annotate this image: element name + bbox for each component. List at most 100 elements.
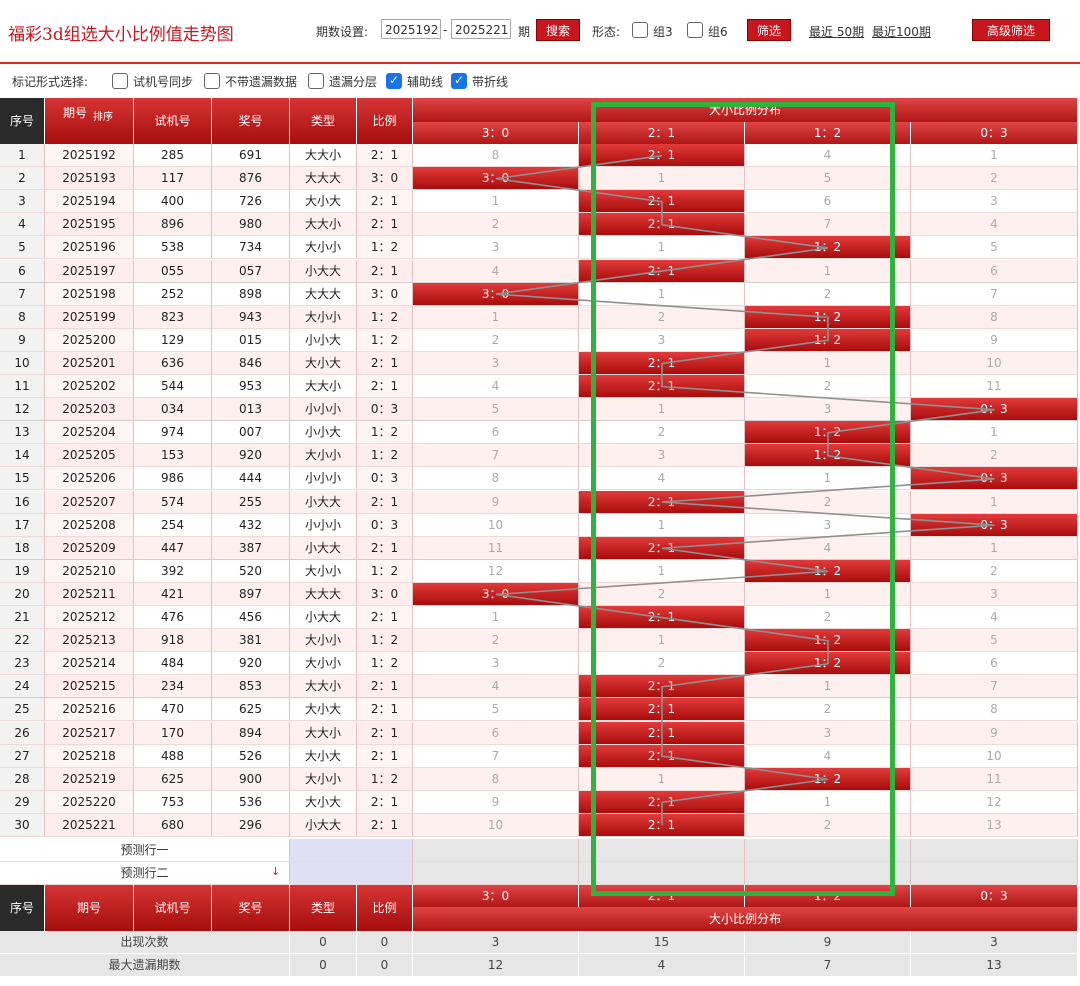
predict-cell[interactable] [911, 862, 1078, 886]
down-arrow-icon: ↓ [271, 865, 281, 879]
footer-col-period: 期号 [45, 885, 134, 932]
cell-prize: 381 [212, 629, 290, 653]
highlight-box [591, 102, 895, 896]
predict-label: 预测行一 [0, 839, 290, 862]
cell-period: 2025212 [45, 606, 134, 629]
miss-cell: 9 [413, 790, 579, 814]
miss-cell: 8 [413, 467, 579, 491]
option-checkbox-no-miss[interactable] [204, 73, 220, 89]
cell-test: 823 [134, 305, 212, 329]
cell-test: 055 [134, 259, 212, 283]
hit-cell: 3：0 [413, 282, 579, 306]
period-from-input[interactable]: 2025192 [381, 19, 441, 39]
miss-cell: 1 [911, 144, 1078, 167]
cell-seq: 9 [0, 328, 45, 352]
predict-input[interactable] [290, 839, 413, 862]
recent-100-link[interactable]: 最近100期 [872, 23, 931, 40]
predict-cell[interactable] [413, 839, 579, 862]
col-header-test: 试机号 [134, 98, 212, 144]
cell-test: 636 [134, 351, 212, 375]
cell-ratio: 1：2 [357, 236, 413, 260]
miss-cell: 8 [413, 767, 579, 791]
sort-toggle[interactable]: 排序 [93, 108, 113, 123]
filter-button[interactable]: 筛选 [747, 19, 791, 41]
option-checkbox-polyline[interactable] [451, 73, 467, 89]
miss-cell: 4 [413, 259, 579, 283]
table-row: 4 2025195 896 980 大大小 2：1 2 2：1 7 4 [0, 213, 1078, 237]
cell-seq: 18 [0, 536, 45, 560]
cell-period: 2025208 [45, 513, 134, 537]
predict-row[interactable]: 预测行一 [0, 839, 1078, 862]
cell-test: 470 [134, 698, 212, 722]
miss-cell: 4 [413, 375, 579, 398]
advanced-filter-button[interactable]: 高级筛选 [972, 19, 1050, 41]
cell-type: 大大小 [290, 721, 357, 745]
cell-type: 大大小 [290, 213, 357, 237]
table-row: 28 2025219 625 900 大小小 1：2 8 1 1：2 11 [0, 767, 1078, 791]
cell-seq: 8 [0, 305, 45, 329]
miss-cell: 10 [911, 744, 1078, 768]
cell-type: 小小小 [290, 513, 357, 537]
cell-prize: 444 [212, 467, 290, 491]
cell-test: 034 [134, 398, 212, 422]
cell-type: 大小大 [290, 790, 357, 814]
cell-test: 680 [134, 813, 212, 837]
cell-period: 2025206 [45, 467, 134, 491]
cell-prize: 953 [212, 375, 290, 398]
recent-50-link[interactable]: 最近 50期 [809, 23, 864, 40]
stat-cell: 3 [911, 931, 1078, 955]
cell-ratio: 2：1 [357, 144, 413, 167]
cell-period: 2025195 [45, 213, 134, 237]
cell-ratio: 1：2 [357, 652, 413, 676]
stat-type: 0 [290, 954, 357, 978]
cell-ratio: 1：2 [357, 767, 413, 791]
miss-cell: 9 [413, 490, 579, 514]
cell-seq: 12 [0, 398, 45, 422]
cell-ratio: 0：3 [357, 398, 413, 422]
predict-cell[interactable] [413, 862, 579, 886]
option-label-layer: 遗漏分层 [329, 75, 378, 89]
cell-prize: 897 [212, 582, 290, 606]
predict-cell[interactable] [911, 839, 1078, 862]
table-row: 8 2025199 823 943 大小小 1：2 1 2 1：2 8 [0, 305, 1078, 329]
search-button[interactable]: 搜索 [536, 19, 580, 41]
miss-cell: 1 [911, 490, 1078, 514]
cell-period: 2025220 [45, 790, 134, 814]
predict-input[interactable] [290, 862, 413, 886]
option-checkbox-sync[interactable] [112, 73, 128, 89]
miss-cell: 3 [911, 190, 1078, 214]
predict-row[interactable]: 预测行二 ↓ [0, 862, 1078, 886]
cell-period: 2025198 [45, 282, 134, 306]
cell-seq: 3 [0, 190, 45, 214]
table-row: 18 2025209 447 387 小大大 2：1 11 2：1 4 1 [0, 536, 1078, 562]
col-header-period[interactable]: 期号 排序 [45, 98, 134, 144]
cell-prize: 943 [212, 305, 290, 329]
cell-seq: 7 [0, 282, 45, 306]
cell-period: 2025196 [45, 236, 134, 260]
cell-type: 小小小 [290, 467, 357, 491]
cell-type: 大大小 [290, 675, 357, 699]
cell-type: 大大大 [290, 167, 357, 191]
option-label-sync: 试机号同步 [133, 75, 194, 89]
table-row: 24 2025215 234 853 大大小 2：1 4 2：1 1 7 [0, 675, 1078, 701]
group3-checkbox[interactable] [632, 22, 648, 38]
ratio-header-3: 0：3 [911, 122, 1078, 144]
cell-prize: 876 [212, 167, 290, 191]
cell-type: 大小小 [290, 652, 357, 676]
cell-seq: 19 [0, 559, 45, 583]
table-row: 27 2025218 488 526 大小大 2：1 7 2：1 4 10 [0, 744, 1078, 768]
cell-prize: 920 [212, 652, 290, 676]
option-checkbox-layer[interactable] [308, 73, 324, 89]
cell-prize: 296 [212, 813, 290, 837]
footer-col-ratio: 比例 [357, 885, 413, 932]
hit-cell: 0：3 [911, 398, 1078, 422]
cell-prize: 691 [212, 144, 290, 167]
option-checkbox-guide[interactable] [386, 73, 402, 89]
cell-seq: 26 [0, 721, 45, 745]
table-row: 10 2025201 636 846 大小大 2：1 3 2：1 1 10 [0, 351, 1078, 375]
period-to-input[interactable]: 2025221 [451, 19, 511, 39]
group6-checkbox[interactable] [687, 22, 703, 38]
cell-seq: 14 [0, 444, 45, 468]
cell-prize: 726 [212, 190, 290, 214]
mark-options-bar: 标记形式选择: 试机号同步 不带遗漏数据 遗漏分层 辅助线 带折线 [0, 66, 1080, 96]
